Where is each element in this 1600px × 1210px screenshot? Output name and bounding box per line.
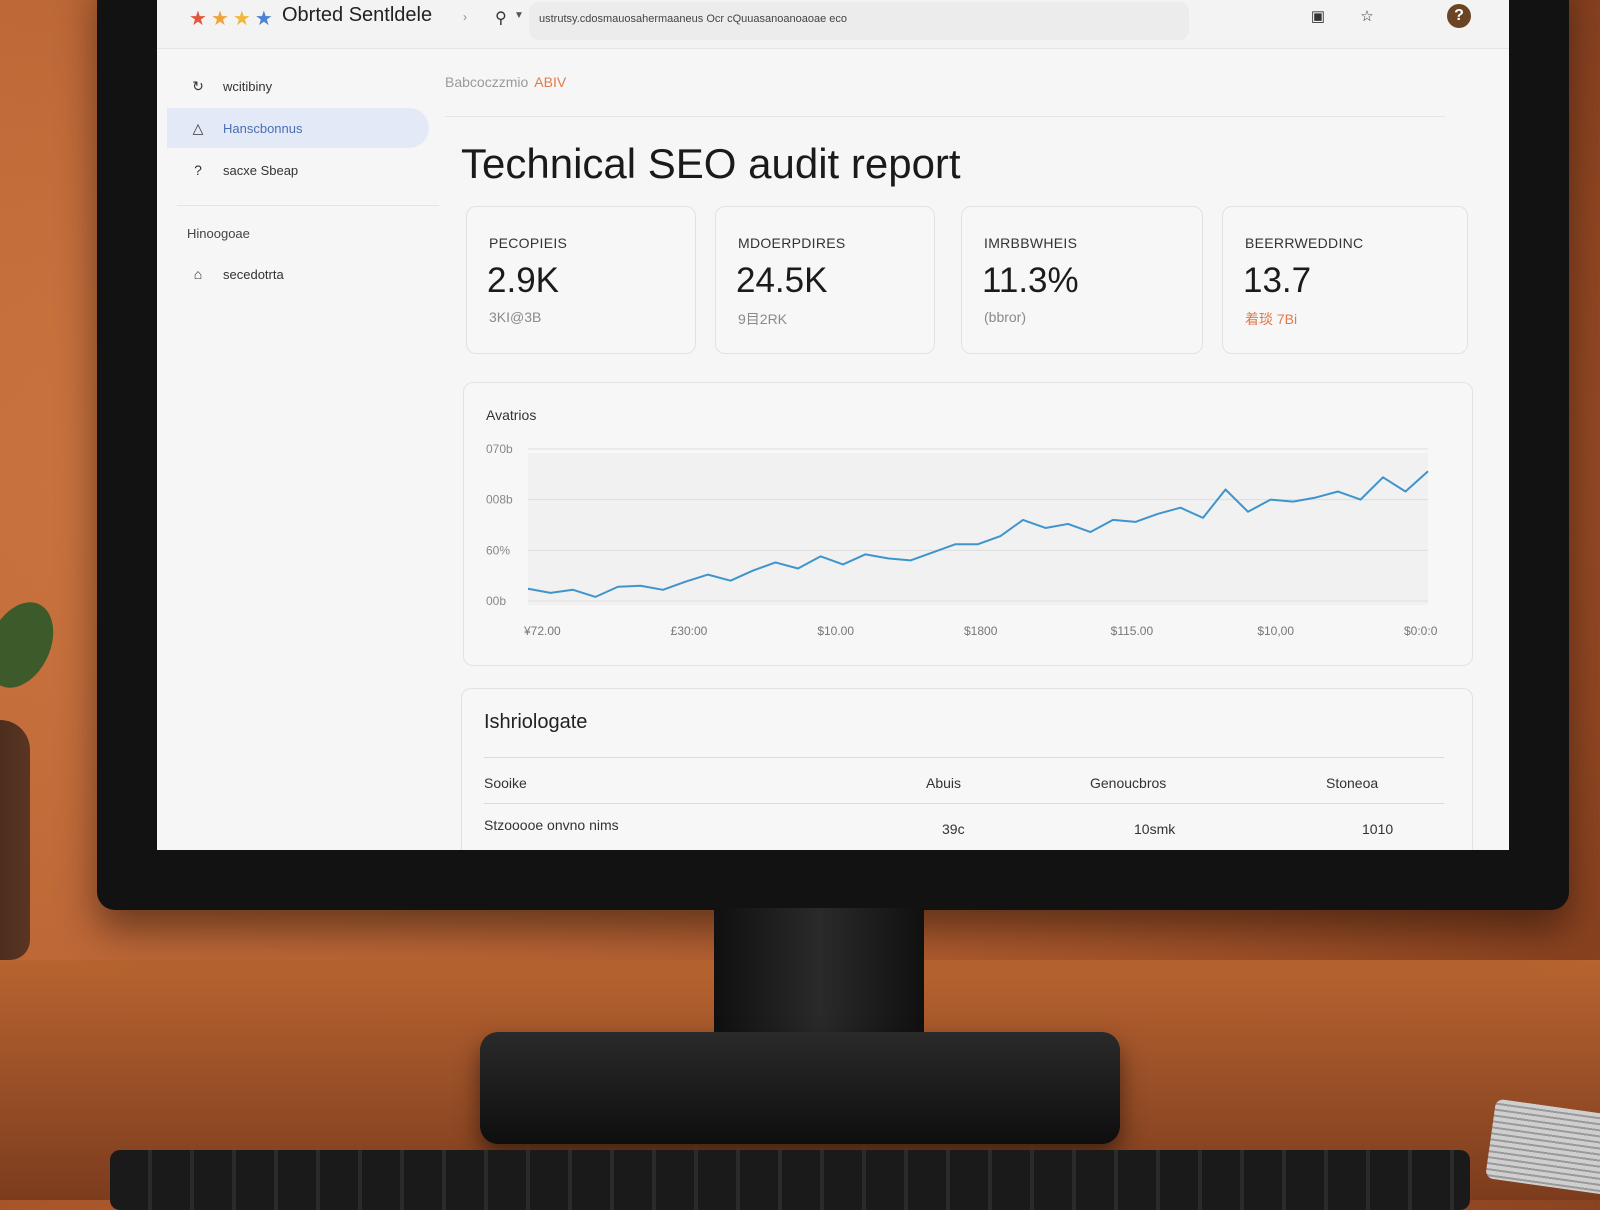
chevron-down-icon[interactable]: ▼ xyxy=(514,10,524,21)
stat-card-3[interactable]: IMRBBWHEIS 11.3% (bbror) xyxy=(961,206,1203,354)
page-title: Technical SEO audit report xyxy=(461,140,961,187)
stat-value: 11.3% xyxy=(982,261,1079,300)
home-icon: ⌂ xyxy=(193,266,203,282)
stat-value: 24.5K xyxy=(736,261,828,300)
stat-card-1[interactable]: PECOPIEIS 2.9K 3KI@3B xyxy=(466,206,696,354)
top-bar: ★ ★ ★ ★ Obrted Sentldele › ⚲ ▼ ustrutsy.… xyxy=(157,0,1509,49)
chevron-right-icon[interactable]: › xyxy=(463,10,467,24)
table-card: Ishriologate Sooike Abuis Genoucbros Sto… xyxy=(461,688,1473,850)
stat-value: 2.9K xyxy=(487,261,559,300)
star-icon: ★ xyxy=(210,8,229,30)
monitor-stand-neck xyxy=(714,908,924,1048)
window-icon[interactable]: ▣ xyxy=(1307,6,1329,28)
sidebar: ↻ wcitibiny △ Hanscbonnus ? sacxe Sbeap … xyxy=(157,48,439,850)
table-cell: 1010 xyxy=(1362,821,1394,837)
table-cell: Stzooooe onvno nims xyxy=(484,817,619,833)
column-header[interactable]: Abuis xyxy=(926,775,961,791)
plant-pot xyxy=(0,720,30,960)
table-title: Ishriologate xyxy=(484,711,588,733)
screen: ★ ★ ★ ★ Obrted Sentldele › ⚲ ▼ ustrutsy.… xyxy=(157,0,1509,850)
sidebar-item-label: wcitibiny xyxy=(223,78,273,94)
x-tick-label: £30:00 xyxy=(671,624,708,638)
table-cell: 10smk xyxy=(1134,821,1176,837)
help-icon[interactable]: ? xyxy=(1447,4,1471,28)
app-title: Obrted Sentldele xyxy=(282,4,433,26)
x-tick-label: ¥72.00 xyxy=(523,624,561,638)
breadcrumb-text: Babcoczzmio xyxy=(445,74,529,90)
line-chart[interactable]: 070b 008b 60% 00b ¥72.00 £30:00 $10.00 $1800 $11… xyxy=(464,383,1474,667)
stat-sub: 9目2RK xyxy=(738,311,788,327)
table-cell: 39c xyxy=(942,821,965,837)
stat-label: BEERRWEDDINC xyxy=(1245,235,1364,251)
y-tick-label: 070b xyxy=(486,442,513,456)
chart-card: Avatrios 070b 008b 60% 00b ¥72.00 £30:00 $10.0… xyxy=(463,382,1473,666)
sidebar-item-home[interactable]: ⌂ secedotrta xyxy=(167,254,429,294)
star-icon: ★ xyxy=(232,8,251,30)
stat-sub: 3KI@3B xyxy=(489,309,542,325)
breadcrumb[interactable]: Babcoczzmio ABIV xyxy=(445,74,566,90)
triangle-icon: △ xyxy=(192,119,204,136)
question-icon: ? xyxy=(194,162,202,178)
app-logo[interactable]: ★ ★ ★ ★ xyxy=(189,4,273,34)
sidebar-item-1[interactable]: ↻ wcitibiny xyxy=(167,66,429,106)
table-rule xyxy=(484,757,1444,758)
column-header[interactable]: Sooike xyxy=(484,775,527,791)
star-icon: ★ xyxy=(254,8,273,30)
table-rule xyxy=(484,803,1444,804)
column-header[interactable]: Genoucbros xyxy=(1090,775,1166,791)
y-tick-label: 008b xyxy=(486,493,513,507)
sidebar-item-2[interactable]: △ Hanscbonnus xyxy=(167,108,429,148)
x-tick-label: $0:0:0 xyxy=(1404,624,1438,638)
x-tick-label: $10.00 xyxy=(817,624,854,638)
star-outline-icon[interactable]: ☆ xyxy=(1356,6,1378,28)
stat-sub: 着琰 7Bi xyxy=(1245,311,1298,327)
stat-sub: (bbror) xyxy=(984,309,1027,325)
address-bar[interactable]: ustrutsy.cdosmauosahermaaneus Ocr cQuuas… xyxy=(529,2,1189,40)
sidebar-section-heading: Hinoogoae xyxy=(187,226,250,241)
sidebar-item-3[interactable]: ? sacxe Sbeap xyxy=(167,150,429,190)
column-header[interactable]: Stoneoa xyxy=(1326,775,1378,791)
search-icon[interactable]: ⚲ xyxy=(495,8,507,28)
monitor-stand-base xyxy=(480,1032,1120,1144)
stat-label: IMRBBWHEIS xyxy=(984,235,1078,251)
keyboard xyxy=(110,1150,1470,1210)
stat-card-4[interactable]: BEERRWEDDINC 13.7 着琰 7Bi xyxy=(1222,206,1468,354)
y-tick-label: 00b xyxy=(486,594,506,608)
refresh-icon: ↻ xyxy=(192,77,204,94)
breadcrumb-accent: ABIV xyxy=(534,74,567,90)
sidebar-item-label: secedotrta xyxy=(223,266,284,282)
x-tick-label: $115.00 xyxy=(1111,624,1154,638)
y-tick-label: 60% xyxy=(486,543,510,557)
stat-label: PECOPIEIS xyxy=(489,235,568,251)
sidebar-divider xyxy=(177,205,439,206)
x-tick-label: $10,00 xyxy=(1257,624,1294,638)
stat-label: MDOERPDIRES xyxy=(738,235,846,251)
sidebar-item-label: Hanscbonnus xyxy=(223,120,303,136)
x-tick-label: $1800 xyxy=(964,624,998,638)
sidebar-item-label: sacxe Sbeap xyxy=(223,162,299,178)
star-icon: ★ xyxy=(189,8,207,30)
stat-value: 13.7 xyxy=(1243,261,1312,300)
stat-card-2[interactable]: MDOERPDIRES 24.5K 9目2RK xyxy=(715,206,935,354)
plot-area xyxy=(528,453,1428,605)
main-divider xyxy=(445,116,1445,117)
